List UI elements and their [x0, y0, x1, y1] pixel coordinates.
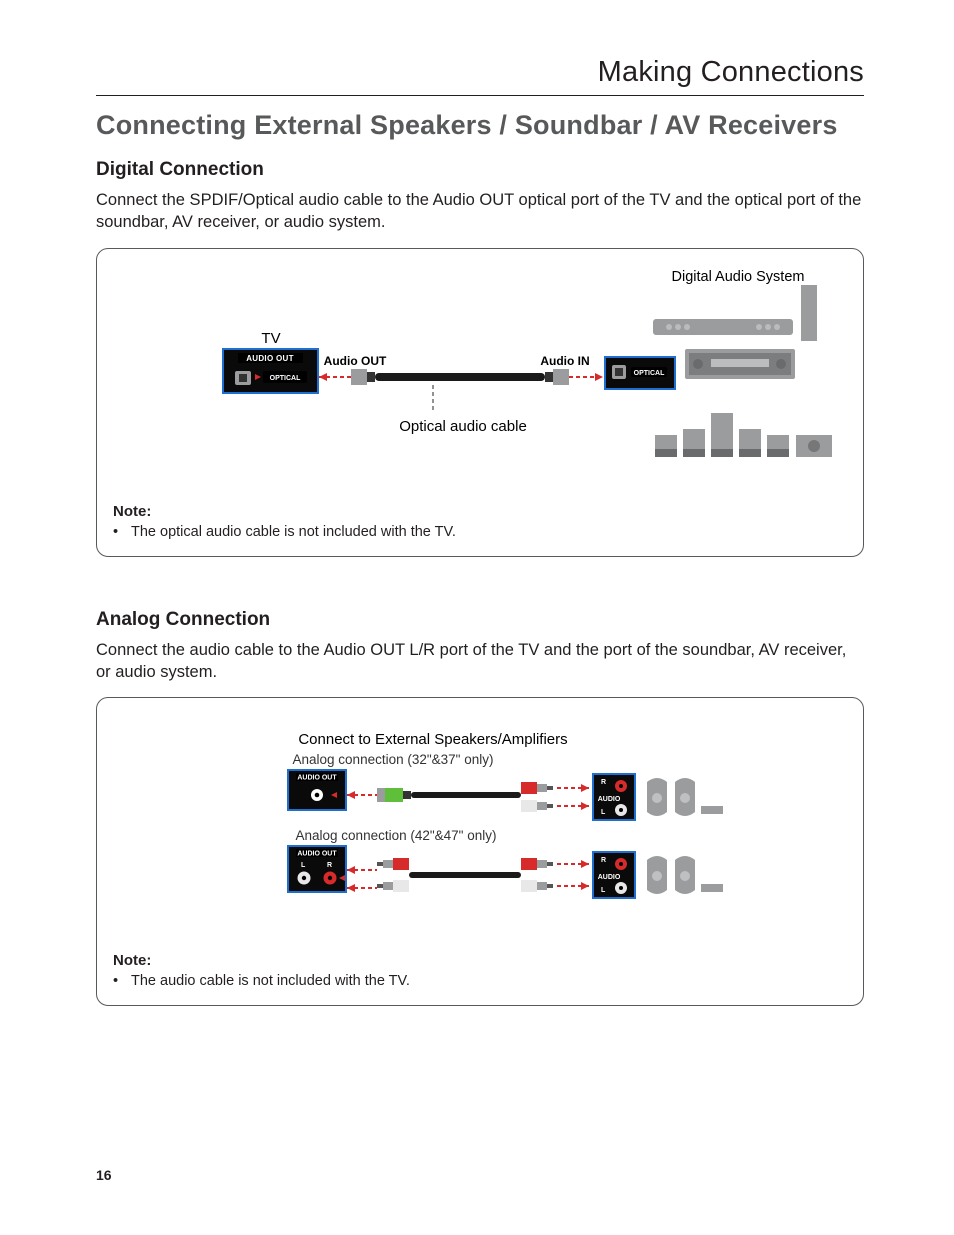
- svg-text:R: R: [327, 862, 332, 869]
- cable-plug-left-icon: [351, 369, 367, 385]
- svg-text:AUDIO OUT: AUDIO OUT: [297, 851, 337, 858]
- audio-in-label: Audio IN: [540, 354, 589, 368]
- digital-note-heading: Note:: [113, 503, 847, 520]
- analog-diagram-panel: Connect to External Speakers/Amplifiers …: [96, 697, 864, 1006]
- digital-diagram-panel: TV AUDIO OUT OPTICAL Audio OUT: [96, 248, 864, 557]
- chapter-title: Making Connections: [96, 56, 864, 96]
- audio-out-label: Audio OUT: [324, 354, 387, 368]
- svg-text:AUDIO OUT: AUDIO OUT: [297, 775, 337, 782]
- system-label: Digital Audio System: [672, 269, 805, 285]
- soundbar-icon: [653, 319, 793, 335]
- tv-label: TV: [261, 330, 280, 347]
- analog-diagram: Connect to External Speakers/Amplifiers …: [113, 712, 853, 932]
- svg-text:OPTICAL: OPTICAL: [634, 370, 665, 377]
- speaker-pair-icon: [647, 778, 723, 816]
- digital-note-item: The optical audio cable is not included …: [113, 524, 847, 540]
- analog-note-heading: Note:: [113, 952, 847, 969]
- speaker-set-icon: [655, 413, 832, 457]
- svg-text:AUDIO OUT: AUDIO OUT: [246, 354, 294, 363]
- cable-caption: Optical audio cable: [399, 418, 527, 435]
- green-plug-icon: [385, 788, 403, 802]
- svg-text:AUDIO: AUDIO: [598, 874, 621, 881]
- analog-title: Connect to External Speakers/Amplifiers: [298, 731, 567, 748]
- svg-text:R: R: [601, 857, 606, 864]
- svg-text:OPTICAL: OPTICAL: [270, 375, 301, 382]
- analog-note-item: The audio cable is not included with the…: [113, 973, 847, 989]
- svg-text:L: L: [301, 862, 306, 869]
- speaker-pair2-icon: [647, 856, 723, 894]
- svg-text:L: L: [601, 887, 606, 894]
- optical-cable-icon: [375, 373, 545, 381]
- digital-heading: Digital Connection: [96, 159, 864, 181]
- page-heading: Connecting External Speakers / Soundbar …: [96, 110, 864, 141]
- svg-text:AUDIO: AUDIO: [598, 796, 621, 803]
- svg-text:R: R: [601, 779, 606, 786]
- page-number: 16: [96, 1167, 112, 1183]
- analog-body: Connect the audio cable to the Audio OUT…: [96, 639, 864, 684]
- digital-diagram: TV AUDIO OUT OPTICAL Audio OUT: [113, 263, 853, 463]
- svg-text:L: L: [601, 809, 606, 816]
- tower-speaker-icon: [801, 285, 817, 341]
- analog-heading: Analog Connection: [96, 609, 864, 631]
- analog-row1-label: Analog connection (32"&37" only): [293, 752, 494, 767]
- cable-plug-right-icon: [553, 369, 569, 385]
- digital-body: Connect the SPDIF/Optical audio cable to…: [96, 189, 864, 234]
- analog-row2-label: Analog connection (42"&47" only): [296, 828, 497, 843]
